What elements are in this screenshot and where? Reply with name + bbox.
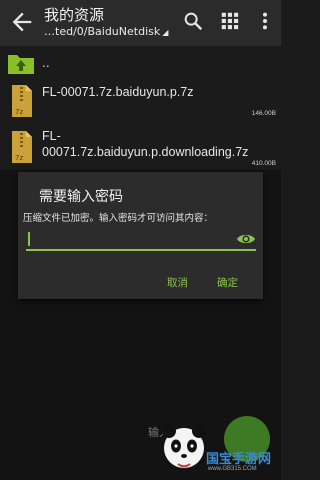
panda-logo-icon <box>162 424 206 468</box>
zip-badge: 7z <box>15 154 23 162</box>
arrow-left-icon[interactable] <box>8 8 36 36</box>
zip-badge: 7z <box>15 108 23 116</box>
dialog-message: 压缩文件已加密。输入密码才可访问其内容： <box>23 213 214 224</box>
page-title: 我的资源 <box>44 6 105 24</box>
folder-up-icon <box>8 55 34 74</box>
file-size: 146.00B <box>251 110 276 117</box>
ok-button[interactable]: 确定 <box>217 275 238 290</box>
eye-icon[interactable] <box>236 232 256 246</box>
current-path[interactable]: …ted/0/BaiduNetdisk ◢ <box>44 25 168 38</box>
cancel-button[interactable]: 取消 <box>167 275 188 290</box>
dialog-title: 需要输入密码 <box>39 189 123 205</box>
text-cursor <box>28 232 30 246</box>
search-icon[interactable] <box>182 10 204 32</box>
more-vert-icon[interactable] <box>254 10 276 32</box>
file-row[interactable]: 7z FL-00071.7z.baiduyun.p.downloading.7z… <box>0 128 281 174</box>
file-size: 410.00B <box>251 160 276 167</box>
file-row[interactable]: 7z FL-00071.7z.baiduyun.p.7z 146.00B <box>0 82 281 124</box>
path-text: …ted/0/BaiduNetdisk <box>44 25 161 38</box>
file-name: FL-00071.7z.baiduyun.p.7z <box>42 85 194 99</box>
parent-directory-label: .. <box>42 56 50 70</box>
parent-directory-row[interactable]: .. <box>0 46 281 80</box>
file-name: FL-00071.7z.baiduyun.p.downloading.7z <box>42 129 249 159</box>
zip-7z-icon: 7z <box>12 85 32 117</box>
app-bar: 我的资源 …ted/0/BaiduNetdisk ◢ <box>0 0 281 46</box>
watermark-url: www.GB315.COM <box>208 466 257 472</box>
path-dropdown-caret: ◢ <box>162 28 169 37</box>
zip-7z-icon: 7z <box>12 131 32 163</box>
grid-view-icon[interactable] <box>219 10 241 32</box>
password-input[interactable] <box>26 229 256 251</box>
watermark-brand: 国宝手游网 <box>206 452 272 467</box>
password-dialog: 需要输入密码 压缩文件已加密。输入密码才可访问其内容： 取消 确定 <box>18 172 263 299</box>
